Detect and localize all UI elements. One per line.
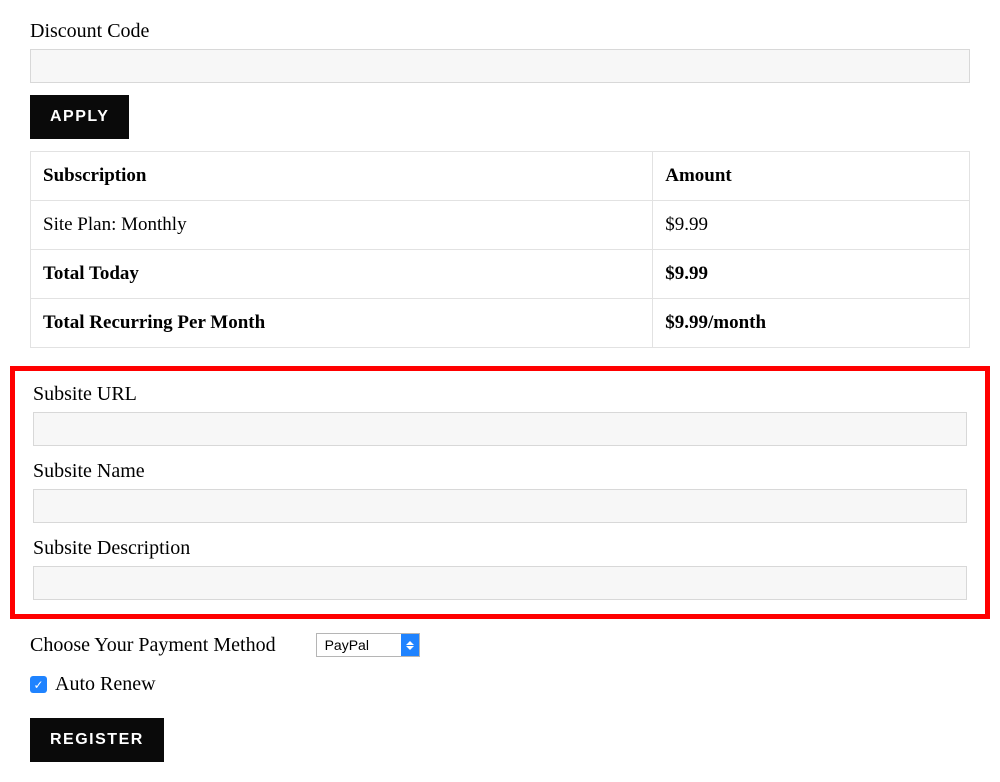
pricing-table: Subscription Amount Site Plan: Monthly $… [30, 151, 970, 348]
payment-method-selected: PayPal [317, 634, 401, 656]
subsite-name-input[interactable] [33, 489, 967, 523]
subsite-url-input[interactable] [33, 412, 967, 446]
auto-renew-checkbox[interactable]: ✓ [30, 676, 47, 693]
th-subscription: Subscription [31, 152, 653, 201]
cell-plan-amount: $9.99 [653, 201, 970, 250]
th-amount: Amount [653, 152, 970, 201]
subsite-highlight-box: Subsite URL Subsite Name Subsite Descrip… [10, 366, 990, 619]
discount-code-input[interactable] [30, 49, 970, 83]
cell-total-today-amount: $9.99 [653, 250, 970, 299]
subsite-url-label: Subsite URL [33, 383, 967, 406]
cell-plan-label: Site Plan: Monthly [31, 201, 653, 250]
auto-renew-label: Auto Renew [55, 673, 156, 696]
payment-method-select[interactable]: PayPal [316, 633, 420, 657]
register-button[interactable]: REGISTER [30, 718, 164, 762]
table-row: Site Plan: Monthly $9.99 [31, 201, 970, 250]
cell-recurring-amount: $9.99/month [653, 299, 970, 348]
discount-code-label: Discount Code [30, 20, 970, 43]
table-row: Total Recurring Per Month $9.99/month [31, 299, 970, 348]
payment-method-label: Choose Your Payment Method [30, 634, 276, 657]
cell-total-today-label: Total Today [31, 250, 653, 299]
subsite-name-label: Subsite Name [33, 460, 967, 483]
cell-recurring-label: Total Recurring Per Month [31, 299, 653, 348]
apply-button[interactable]: APPLY [30, 95, 129, 139]
table-header-row: Subscription Amount [31, 152, 970, 201]
subsite-description-input[interactable] [33, 566, 967, 600]
table-row: Total Today $9.99 [31, 250, 970, 299]
select-arrows-icon [401, 634, 419, 656]
subsite-description-label: Subsite Description [33, 537, 967, 560]
